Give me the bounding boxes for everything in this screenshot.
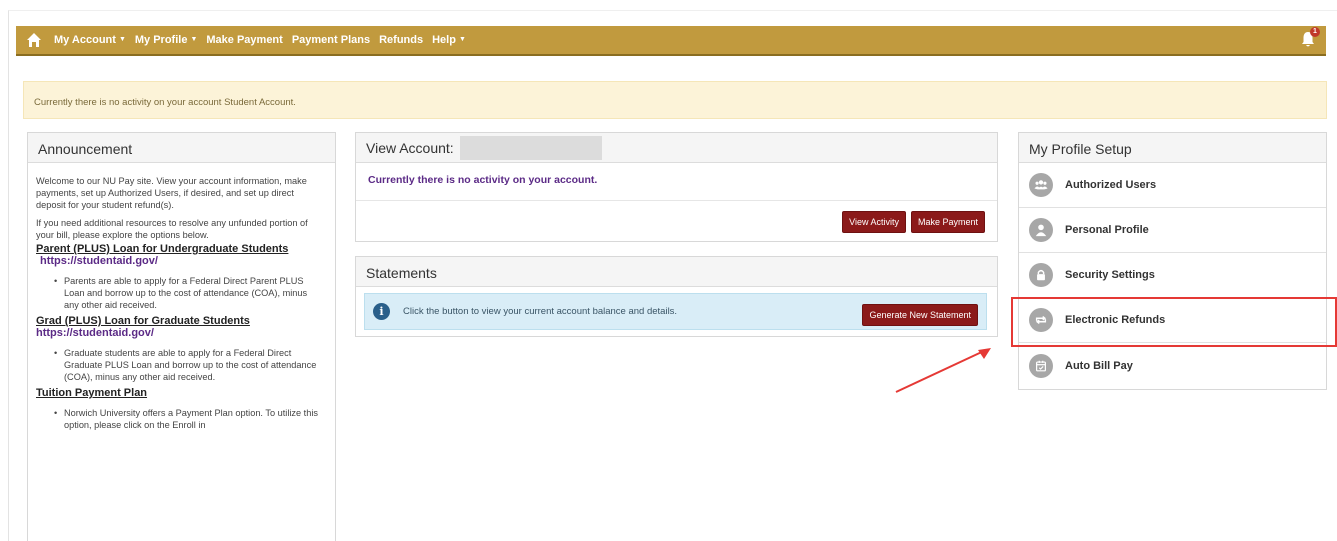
nav-my-profile[interactable]: My Profile ▼ [135, 34, 198, 46]
statement-info-box: i Click the button to view your current … [364, 293, 987, 330]
view-account-title: View Account: [366, 139, 454, 156]
calendar-icon [1029, 353, 1053, 378]
chevron-down-icon: ▼ [458, 36, 466, 43]
users-icon [1029, 173, 1053, 197]
account-name-redacted [459, 135, 602, 160]
announcement-resources: If you need additional resources to reso… [36, 218, 308, 240]
nav-payment-plans[interactable]: Payment Plans [292, 34, 370, 46]
list-item: Norwich University offers a Payment Plan… [54, 407, 321, 431]
profile-item-security-settings[interactable]: Security Settings [1019, 253, 1326, 298]
generate-statement-button[interactable]: Generate New Statement [862, 304, 978, 326]
top-navbar: My Account ▼ My Profile ▼ Make Payment Pay… [16, 26, 1326, 56]
profile-item-authorized-users[interactable]: Authorized Users [1019, 163, 1326, 208]
section-heading: Tuition Payment Plan [36, 387, 148, 399]
alert-text: Currently there is no activity on your a… [34, 97, 296, 108]
nav-refunds[interactable]: Refunds [379, 34, 423, 46]
profile-item-personal-profile[interactable]: Personal Profile [1019, 208, 1326, 253]
profile-item-label: Authorized Users [1065, 179, 1157, 191]
studentaid-link[interactable]: https://studentaid.gov/ [36, 327, 321, 339]
view-account-header: View Account: [356, 133, 997, 163]
studentaid-link[interactable]: https://studentaid.gov/ [40, 255, 321, 267]
notification-badge: 1 [1310, 27, 1320, 37]
info-icon: i [373, 303, 390, 320]
annotation-arrow-icon [895, 348, 991, 393]
nav-help[interactable]: Help ▼ [432, 34, 466, 46]
profile-item-label: Auto Bill Pay [1065, 359, 1133, 372]
statements-panel: Statements i Click the button to view yo… [355, 256, 998, 337]
user-icon [1029, 218, 1053, 242]
home-icon[interactable] [26, 31, 44, 49]
view-activity-button[interactable]: View Activity [842, 211, 906, 233]
electronic-refunds-highlight [1011, 297, 1337, 347]
lock-icon [1029, 263, 1053, 287]
profile-item-auto-bill-pay[interactable]: Auto Bill Pay [1019, 343, 1326, 388]
section-heading: Grad (PLUS) Loan for Graduate Students [36, 315, 250, 327]
profile-setup-panel: My Profile Setup Authorized Users Person… [1018, 132, 1327, 390]
statement-info-text: Click the button to view your current ac… [403, 306, 678, 317]
nav-my-account[interactable]: My Account ▼ [54, 34, 126, 46]
statements-title: Statements [356, 257, 997, 287]
section-heading: Parent (PLUS) Loan for Undergraduate Stu… [36, 243, 289, 255]
profile-item-label: Security Settings [1065, 269, 1155, 281]
announcement-intro: Welcome to our NU Pay site. View your ac… [36, 176, 307, 210]
chevron-down-icon: ▼ [118, 36, 126, 43]
nav-make-payment[interactable]: Make Payment [206, 34, 282, 46]
bell-icon[interactable]: 1 [1300, 27, 1320, 51]
activity-alert: Currently there is no activity on your a… [23, 81, 1327, 119]
announcement-panel: Announcement Welcome to our NU Pay site.… [27, 132, 336, 541]
profile-setup-title: My Profile Setup [1019, 133, 1326, 163]
no-activity-message: Currently there is no activity on your a… [356, 163, 997, 201]
profile-item-label: Personal Profile [1065, 224, 1149, 236]
make-payment-button[interactable]: Make Payment [910, 211, 985, 233]
view-account-panel: View Account: Currently there is no acti… [355, 132, 998, 242]
list-item: Parents are able to apply for a Federal … [54, 275, 321, 311]
chevron-down-icon: ▼ [190, 36, 198, 43]
list-item: Graduate students are able to apply for … [54, 347, 321, 383]
announcement-title: Announcement [28, 133, 335, 163]
